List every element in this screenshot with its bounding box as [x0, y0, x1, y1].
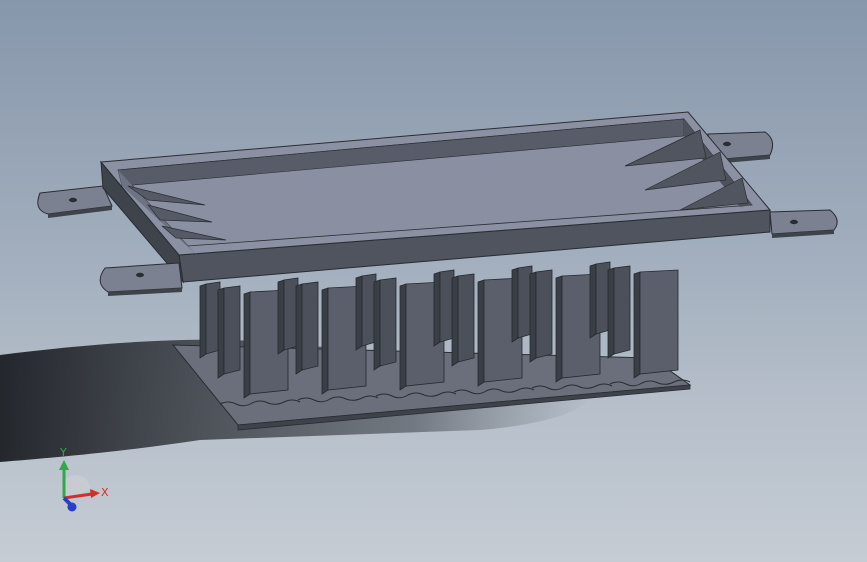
fin-blade [607, 265, 631, 359]
tray-frame [99, 111, 772, 284]
fin-blade [217, 285, 241, 379]
fin-blade [589, 261, 611, 339]
fin-blade [373, 277, 397, 371]
x-axis-arrow-icon [90, 489, 100, 498]
fin-blade [355, 273, 377, 351]
fin-blade [511, 265, 533, 343]
mounting-tab-front-left [99, 262, 183, 296]
fin-blade [433, 269, 455, 347]
fin-blade [277, 277, 299, 355]
fin-blade [451, 273, 475, 367]
fin-blade [633, 269, 679, 379]
x-axis-label: X [101, 486, 109, 499]
y-axis-label: Y [59, 446, 67, 459]
view-orientation-triad: Y X [40, 440, 120, 520]
mounting-tab-back-left [37, 185, 113, 218]
graphics-viewport[interactable]: Y X [0, 0, 867, 562]
y-axis-arrow-icon [59, 460, 69, 470]
fin-blade [199, 281, 221, 359]
heatsink-3d-model[interactable] [0, 0, 867, 562]
mounting-tab-front-right [769, 209, 838, 238]
fin-blade [529, 269, 553, 363]
z-axis-arrow-icon [67, 502, 77, 512]
fin-blade [295, 281, 319, 375]
